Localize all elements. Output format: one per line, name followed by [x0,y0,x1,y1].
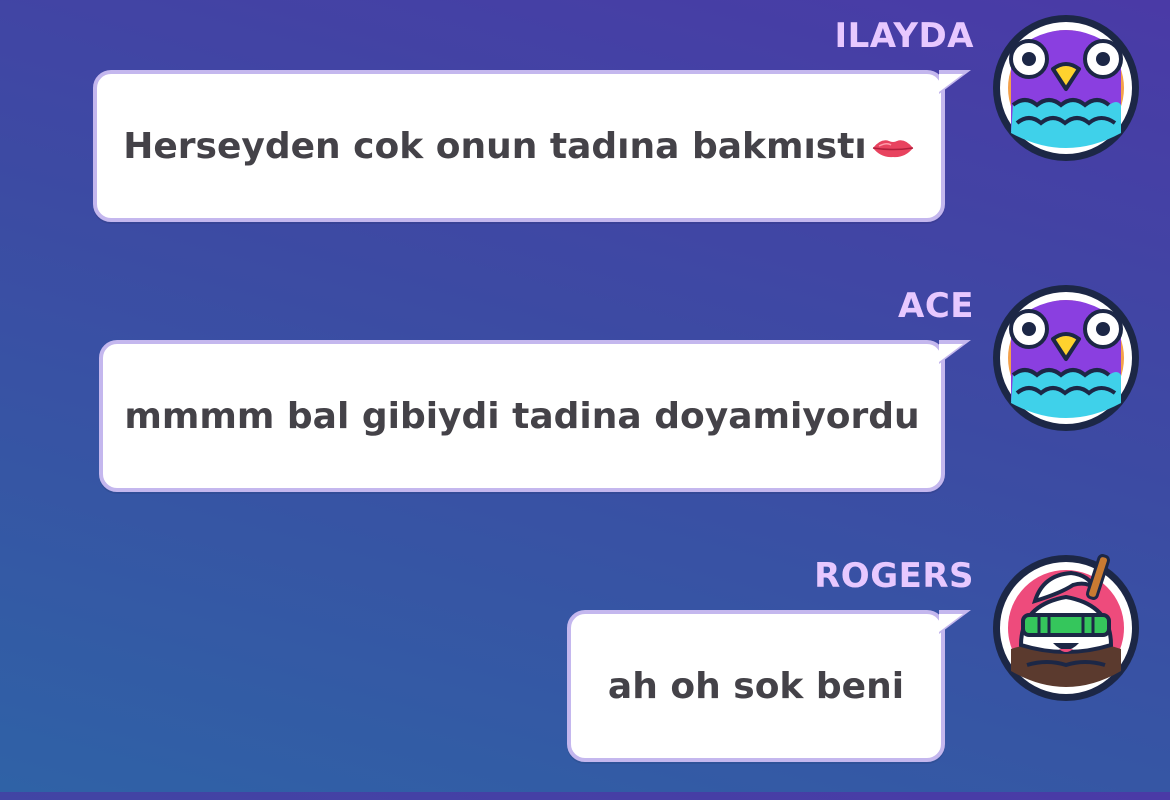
message-item: ROGERS ah oh sok beni [0,540,1170,800]
message-bubble[interactable]: Herseyden cok onun tadına bakmıstı [93,70,971,222]
sender-name: ROGERS [814,556,974,596]
message-item: ACE mmmm bal gibiydi tadina doyamiyordu [0,270,1170,530]
lips-emoji-icon [872,139,913,157]
avatar[interactable] [991,283,1141,433]
message-item: ILAYDA Herseyden cok onun tadına bakmıst… [0,0,1170,260]
ice-cream-sunglasses-avatar-icon [993,554,1139,701]
message-text: ah oh sok beni [607,665,905,707]
avatar[interactable] [991,13,1141,163]
message-bubble[interactable]: ah oh sok beni [567,610,971,762]
sender-name: ACE [898,286,974,326]
sender-name: ILAYDA [834,16,974,56]
message-text: mmmm bal gibiydi tadina doyamiyordu [124,395,920,437]
avatar[interactable] [991,553,1141,703]
purple-bird-avatar-icon [993,285,1139,431]
message-bubble[interactable]: mmmm bal gibiydi tadina doyamiyordu [99,340,971,492]
message-text: Herseyden cok onun tadına bakmıstı [123,126,915,167]
purple-bird-avatar-icon [993,15,1139,161]
chat-thread: ILAYDA Herseyden cok onun tadına bakmıst… [0,0,1170,792]
